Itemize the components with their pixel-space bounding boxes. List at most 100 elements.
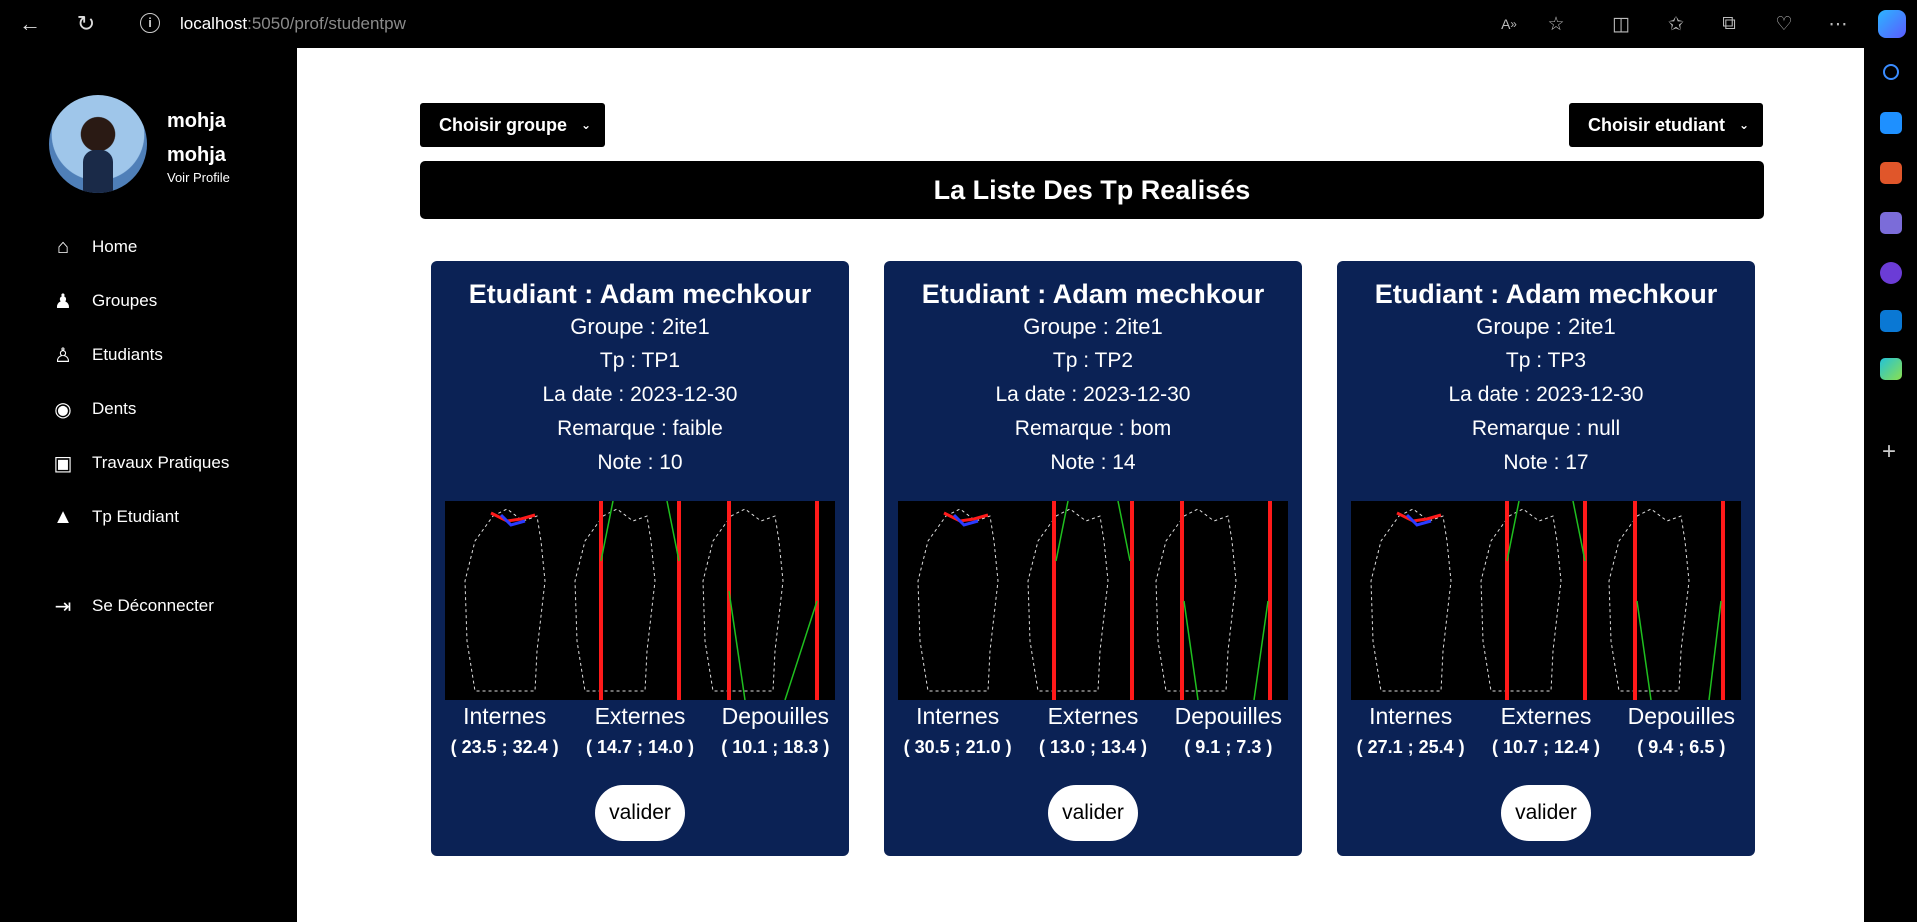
- valider-button[interactable]: valider: [595, 785, 685, 841]
- sidebar-item-groupes[interactable]: ♟ Groupes: [50, 285, 157, 317]
- label-externes: Externes: [1500, 703, 1592, 729]
- sidebar-item-home[interactable]: ⌂ Home: [50, 231, 137, 263]
- label-depouilles: Depouilles: [1174, 703, 1283, 729]
- toolbox-icon[interactable]: [1880, 162, 1902, 184]
- group-icon: ♟: [54, 290, 72, 313]
- value-internes: ( 23.5 ; 32.4 ): [450, 737, 559, 757]
- info-icon[interactable]: i: [140, 13, 160, 33]
- avatar[interactable]: [49, 95, 147, 193]
- page-title: La Liste Des Tp Realisés: [420, 161, 1764, 219]
- card-note: Note : 10: [597, 451, 683, 474]
- tooth-analysis-svg: [917, 501, 1272, 700]
- measure-values: ( 30.5 ; 21.0 ) ( 13.0 ; 13.4 ) ( 9.1 ; …: [884, 737, 1302, 758]
- main-content: Choisir groupe ⌄ Choisir etudiant ⌄ La Lis…: [297, 48, 1864, 922]
- tag-icon[interactable]: [1880, 112, 1902, 134]
- health-icon[interactable]: ♡: [1772, 12, 1796, 36]
- card-tp: Tp : TP1: [599, 349, 681, 372]
- tp-card: Etudiant : Adam mechkour Groupe : 2ite1 …: [884, 261, 1302, 856]
- logout-icon: ⇥: [54, 595, 72, 618]
- back-icon[interactable]: ←: [16, 10, 44, 38]
- sidebar-item-etudiants[interactable]: ♙ Etudiants: [50, 339, 163, 371]
- card-date: La date : 2023-12-30: [995, 383, 1191, 406]
- search-icon[interactable]: [1883, 64, 1899, 80]
- user-icon: ♙: [54, 344, 72, 367]
- tooth-analysis-svg: [1370, 501, 1725, 700]
- split-screen-icon[interactable]: ◫: [1609, 12, 1633, 36]
- briefcase-icon: ▣: [53, 452, 73, 475]
- measure-labels: Internes Externes Depouilles: [431, 703, 849, 730]
- user-first-name: mohja: [167, 110, 226, 132]
- card-student: Etudiant : Adam mechkour: [921, 279, 1265, 309]
- label-internes: Internes: [463, 703, 547, 729]
- star-icon[interactable]: ☆: [1544, 12, 1568, 36]
- choose-group-label: Choisir groupe: [439, 114, 568, 135]
- value-externes: ( 13.0 ; 13.4 ): [1038, 737, 1148, 757]
- send-icon[interactable]: [1880, 358, 1902, 380]
- card-groupe: Groupe : 2ite1: [1476, 314, 1616, 339]
- card-student: Etudiant : Adam mechkour: [1374, 279, 1718, 309]
- card-tp: Tp : TP3: [1505, 349, 1587, 372]
- sidebar-item-label: Travaux Pratiques: [92, 453, 230, 472]
- card-note: Note : 17: [1503, 451, 1589, 474]
- url-path: :5050/prof/studentpw: [247, 14, 406, 33]
- tooth-analysis-images: [1351, 501, 1741, 700]
- tooth-icon: ◉: [54, 398, 72, 421]
- sidebar-item-label: Tp Etudiant: [92, 507, 179, 526]
- home-icon: ⌂: [56, 235, 70, 258]
- logout-button[interactable]: ⇥ Se Déconnecter: [50, 590, 214, 622]
- measure-values: ( 23.5 ; 32.4 ) ( 14.7 ; 14.0 ) ( 10.1 ;…: [431, 737, 849, 758]
- outlook-icon[interactable]: [1880, 310, 1902, 332]
- card-note: Note : 14: [1050, 451, 1136, 474]
- tp-card: Etudiant : Adam mechkour Groupe : 2ite1 …: [1337, 261, 1755, 856]
- add-icon[interactable]: +: [1882, 438, 1896, 466]
- value-externes: ( 10.7 ; 12.4 ): [1491, 737, 1601, 757]
- graduation-cap-icon: ▲: [53, 505, 73, 528]
- copilot-icon[interactable]: [1878, 10, 1906, 38]
- more-icon[interactable]: ⋯: [1826, 12, 1850, 36]
- address-bar[interactable]: localhost:5050/prof/studentpw: [180, 14, 406, 34]
- choose-student-select[interactable]: Choisir etudiant ⌄: [1569, 103, 1764, 147]
- sidebar-item-dents[interactable]: ◉ Dents: [50, 393, 136, 425]
- collections-icon[interactable]: ⧉: [1717, 12, 1741, 36]
- chevron-down-icon: ⌄: [1739, 118, 1750, 132]
- measure-values: ( 27.1 ; 25.4 ) ( 10.7 ; 12.4 ) ( 9.4 ; …: [1337, 737, 1755, 758]
- value-internes: ( 27.1 ; 25.4 ): [1356, 737, 1465, 757]
- label-depouilles: Depouilles: [1627, 703, 1736, 729]
- tooth-analysis-images: [445, 501, 835, 700]
- copilot-rail-icon[interactable]: [1880, 262, 1902, 284]
- sidebar-item-travaux-pratiques[interactable]: ▣ Travaux Pratiques: [50, 447, 230, 479]
- people-icon[interactable]: [1880, 212, 1902, 234]
- value-internes: ( 30.5 ; 21.0 ): [903, 737, 1012, 757]
- sidebar-item-label: Dents: [92, 399, 137, 418]
- choose-student-label: Choisir etudiant: [1588, 114, 1726, 135]
- value-depouilles: ( 9.1 ; 7.3 ): [1184, 737, 1273, 757]
- read-aloud-icon[interactable]: A»: [1497, 12, 1521, 36]
- sidebar-item-label: Home: [92, 237, 138, 256]
- measure-labels: Internes Externes Depouilles: [1337, 703, 1755, 730]
- card-date: La date : 2023-12-30: [542, 383, 738, 406]
- label-externes: Externes: [1047, 703, 1139, 729]
- choose-group-select[interactable]: Choisir groupe ⌄: [420, 103, 606, 147]
- measure-labels: Internes Externes Depouilles: [884, 703, 1302, 730]
- sidebar-item-tp-etudiant[interactable]: ▲ Tp Etudiant: [50, 501, 179, 533]
- user-last-name: mohja: [167, 144, 226, 166]
- user-name: mohja mohja: [167, 104, 287, 172]
- favorites-icon[interactable]: ✩: [1664, 12, 1688, 36]
- url-host: localhost: [180, 14, 248, 33]
- voir-profile-link[interactable]: Voir Profile: [167, 170, 230, 185]
- label-internes: Internes: [1369, 703, 1453, 729]
- sidebar-item-label: Groupes: [92, 291, 158, 310]
- value-depouilles: ( 10.1 ; 18.3 ): [721, 737, 830, 757]
- reload-icon[interactable]: ↻: [72, 10, 100, 38]
- card-student: Etudiant : Adam mechkour: [468, 279, 812, 309]
- browser-toolbar: ← ↻ i localhost:5050/prof/studentpw A» ☆…: [0, 0, 1917, 48]
- value-externes: ( 14.7 ; 14.0 ): [585, 737, 695, 757]
- card-tp: Tp : TP2: [1052, 349, 1134, 372]
- card-remarque: Remarque : null: [1471, 417, 1621, 440]
- card-remarque: Remarque : bom: [1014, 417, 1172, 440]
- valider-button[interactable]: valider: [1048, 785, 1138, 841]
- valider-button[interactable]: valider: [1501, 785, 1591, 841]
- sidebar: mohja mohja Voir Profile ⌂ Home ♟ Groupes…: [0, 48, 297, 922]
- browser-side-rail: +: [1864, 48, 1917, 922]
- label-internes: Internes: [916, 703, 1000, 729]
